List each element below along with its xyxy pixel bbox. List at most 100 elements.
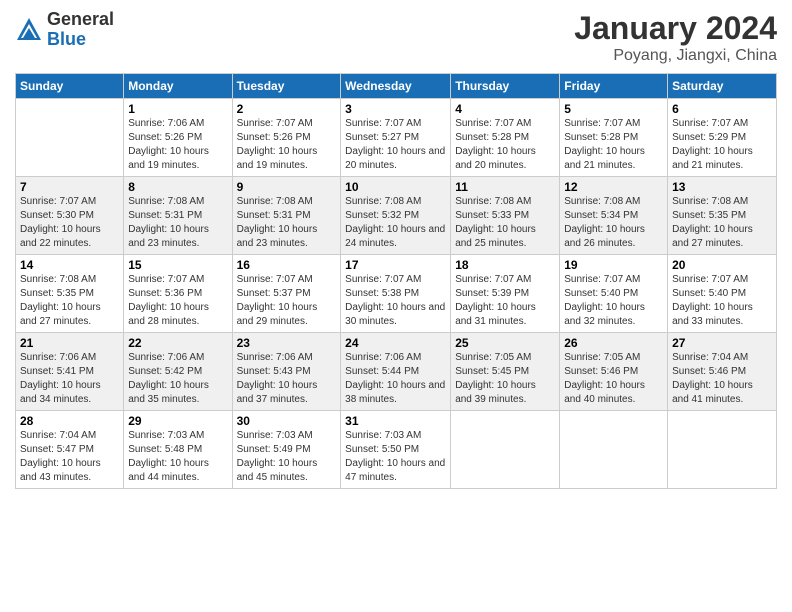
day-number: 11 bbox=[455, 180, 555, 194]
table-row: 11Sunrise: 7:08 AM Sunset: 5:33 PM Dayli… bbox=[451, 177, 560, 255]
table-row: 4Sunrise: 7:07 AM Sunset: 5:28 PM Daylig… bbox=[451, 99, 560, 177]
calendar-week-row: 28Sunrise: 7:04 AM Sunset: 5:47 PM Dayli… bbox=[16, 411, 777, 489]
calendar-week-row: 1Sunrise: 7:06 AM Sunset: 5:26 PM Daylig… bbox=[16, 99, 777, 177]
day-number: 13 bbox=[672, 180, 772, 194]
day-number: 2 bbox=[237, 102, 337, 116]
logo: General Blue bbox=[15, 10, 114, 50]
day-info: Sunrise: 7:07 AM Sunset: 5:28 PM Dayligh… bbox=[455, 117, 555, 173]
table-row: 25Sunrise: 7:05 AM Sunset: 5:45 PM Dayli… bbox=[451, 333, 560, 411]
logo-blue-text: Blue bbox=[47, 30, 114, 50]
day-number: 6 bbox=[672, 102, 772, 116]
title-block: January 2024 Poyang, Jiangxi, China bbox=[574, 10, 777, 65]
day-info: Sunrise: 7:05 AM Sunset: 5:45 PM Dayligh… bbox=[455, 351, 555, 407]
day-info: Sunrise: 7:07 AM Sunset: 5:38 PM Dayligh… bbox=[345, 273, 446, 329]
day-number: 10 bbox=[345, 180, 446, 194]
day-number: 7 bbox=[20, 180, 119, 194]
day-info: Sunrise: 7:08 AM Sunset: 5:31 PM Dayligh… bbox=[128, 195, 227, 251]
day-info: Sunrise: 7:06 AM Sunset: 5:41 PM Dayligh… bbox=[20, 351, 119, 407]
table-row: 26Sunrise: 7:05 AM Sunset: 5:46 PM Dayli… bbox=[560, 333, 668, 411]
day-info: Sunrise: 7:08 AM Sunset: 5:35 PM Dayligh… bbox=[20, 273, 119, 329]
table-row: 3Sunrise: 7:07 AM Sunset: 5:27 PM Daylig… bbox=[341, 99, 451, 177]
day-number: 31 bbox=[345, 414, 446, 428]
table-row bbox=[16, 99, 124, 177]
table-row: 15Sunrise: 7:07 AM Sunset: 5:36 PM Dayli… bbox=[124, 255, 232, 333]
day-number: 22 bbox=[128, 336, 227, 350]
day-info: Sunrise: 7:07 AM Sunset: 5:40 PM Dayligh… bbox=[564, 273, 663, 329]
day-info: Sunrise: 7:03 AM Sunset: 5:49 PM Dayligh… bbox=[237, 429, 337, 485]
day-info: Sunrise: 7:07 AM Sunset: 5:37 PM Dayligh… bbox=[237, 273, 337, 329]
table-row: 12Sunrise: 7:08 AM Sunset: 5:34 PM Dayli… bbox=[560, 177, 668, 255]
day-info: Sunrise: 7:07 AM Sunset: 5:28 PM Dayligh… bbox=[564, 117, 663, 173]
calendar-location: Poyang, Jiangxi, China bbox=[574, 47, 777, 65]
logo-general-text: General bbox=[47, 10, 114, 30]
calendar-title: January 2024 bbox=[574, 10, 777, 47]
day-info: Sunrise: 7:07 AM Sunset: 5:36 PM Dayligh… bbox=[128, 273, 227, 329]
table-row: 22Sunrise: 7:06 AM Sunset: 5:42 PM Dayli… bbox=[124, 333, 232, 411]
day-number: 5 bbox=[564, 102, 663, 116]
table-row: 16Sunrise: 7:07 AM Sunset: 5:37 PM Dayli… bbox=[232, 255, 341, 333]
day-info: Sunrise: 7:05 AM Sunset: 5:46 PM Dayligh… bbox=[564, 351, 663, 407]
table-row: 9Sunrise: 7:08 AM Sunset: 5:31 PM Daylig… bbox=[232, 177, 341, 255]
table-row: 31Sunrise: 7:03 AM Sunset: 5:50 PM Dayli… bbox=[341, 411, 451, 489]
calendar-header-row: Sunday Monday Tuesday Wednesday Thursday… bbox=[16, 74, 777, 99]
day-number: 16 bbox=[237, 258, 337, 272]
day-number: 26 bbox=[564, 336, 663, 350]
day-info: Sunrise: 7:07 AM Sunset: 5:30 PM Dayligh… bbox=[20, 195, 119, 251]
page-header: General Blue January 2024 Poyang, Jiangx… bbox=[15, 10, 777, 65]
day-number: 20 bbox=[672, 258, 772, 272]
table-row: 27Sunrise: 7:04 AM Sunset: 5:46 PM Dayli… bbox=[668, 333, 777, 411]
table-row: 24Sunrise: 7:06 AM Sunset: 5:44 PM Dayli… bbox=[341, 333, 451, 411]
logo-text: General Blue bbox=[47, 10, 114, 50]
table-row: 20Sunrise: 7:07 AM Sunset: 5:40 PM Dayli… bbox=[668, 255, 777, 333]
day-info: Sunrise: 7:07 AM Sunset: 5:39 PM Dayligh… bbox=[455, 273, 555, 329]
day-info: Sunrise: 7:04 AM Sunset: 5:47 PM Dayligh… bbox=[20, 429, 119, 485]
day-number: 23 bbox=[237, 336, 337, 350]
day-number: 28 bbox=[20, 414, 119, 428]
table-row: 19Sunrise: 7:07 AM Sunset: 5:40 PM Dayli… bbox=[560, 255, 668, 333]
table-row: 8Sunrise: 7:08 AM Sunset: 5:31 PM Daylig… bbox=[124, 177, 232, 255]
day-number: 12 bbox=[564, 180, 663, 194]
table-row: 17Sunrise: 7:07 AM Sunset: 5:38 PM Dayli… bbox=[341, 255, 451, 333]
table-row: 1Sunrise: 7:06 AM Sunset: 5:26 PM Daylig… bbox=[124, 99, 232, 177]
table-row: 29Sunrise: 7:03 AM Sunset: 5:48 PM Dayli… bbox=[124, 411, 232, 489]
page-container: General Blue January 2024 Poyang, Jiangx… bbox=[0, 0, 792, 499]
table-row: 5Sunrise: 7:07 AM Sunset: 5:28 PM Daylig… bbox=[560, 99, 668, 177]
day-number: 17 bbox=[345, 258, 446, 272]
day-info: Sunrise: 7:03 AM Sunset: 5:50 PM Dayligh… bbox=[345, 429, 446, 485]
day-info: Sunrise: 7:08 AM Sunset: 5:35 PM Dayligh… bbox=[672, 195, 772, 251]
day-number: 4 bbox=[455, 102, 555, 116]
table-row: 28Sunrise: 7:04 AM Sunset: 5:47 PM Dayli… bbox=[16, 411, 124, 489]
calendar-week-row: 21Sunrise: 7:06 AM Sunset: 5:41 PM Dayli… bbox=[16, 333, 777, 411]
col-friday: Friday bbox=[560, 74, 668, 99]
day-number: 9 bbox=[237, 180, 337, 194]
day-number: 30 bbox=[237, 414, 337, 428]
day-info: Sunrise: 7:08 AM Sunset: 5:32 PM Dayligh… bbox=[345, 195, 446, 251]
day-info: Sunrise: 7:08 AM Sunset: 5:31 PM Dayligh… bbox=[237, 195, 337, 251]
day-info: Sunrise: 7:07 AM Sunset: 5:26 PM Dayligh… bbox=[237, 117, 337, 173]
col-saturday: Saturday bbox=[668, 74, 777, 99]
table-row: 13Sunrise: 7:08 AM Sunset: 5:35 PM Dayli… bbox=[668, 177, 777, 255]
day-number: 3 bbox=[345, 102, 446, 116]
table-row: 21Sunrise: 7:06 AM Sunset: 5:41 PM Dayli… bbox=[16, 333, 124, 411]
day-number: 1 bbox=[128, 102, 227, 116]
day-number: 19 bbox=[564, 258, 663, 272]
day-info: Sunrise: 7:06 AM Sunset: 5:26 PM Dayligh… bbox=[128, 117, 227, 173]
table-row: 2Sunrise: 7:07 AM Sunset: 5:26 PM Daylig… bbox=[232, 99, 341, 177]
col-monday: Monday bbox=[124, 74, 232, 99]
day-info: Sunrise: 7:03 AM Sunset: 5:48 PM Dayligh… bbox=[128, 429, 227, 485]
table-row bbox=[668, 411, 777, 489]
day-info: Sunrise: 7:07 AM Sunset: 5:29 PM Dayligh… bbox=[672, 117, 772, 173]
col-tuesday: Tuesday bbox=[232, 74, 341, 99]
day-number: 21 bbox=[20, 336, 119, 350]
table-row: 23Sunrise: 7:06 AM Sunset: 5:43 PM Dayli… bbox=[232, 333, 341, 411]
col-wednesday: Wednesday bbox=[341, 74, 451, 99]
table-row: 30Sunrise: 7:03 AM Sunset: 5:49 PM Dayli… bbox=[232, 411, 341, 489]
table-row bbox=[560, 411, 668, 489]
logo-icon bbox=[15, 16, 43, 44]
day-number: 25 bbox=[455, 336, 555, 350]
calendar-week-row: 7Sunrise: 7:07 AM Sunset: 5:30 PM Daylig… bbox=[16, 177, 777, 255]
day-info: Sunrise: 7:06 AM Sunset: 5:44 PM Dayligh… bbox=[345, 351, 446, 407]
day-info: Sunrise: 7:08 AM Sunset: 5:33 PM Dayligh… bbox=[455, 195, 555, 251]
col-sunday: Sunday bbox=[16, 74, 124, 99]
day-number: 24 bbox=[345, 336, 446, 350]
